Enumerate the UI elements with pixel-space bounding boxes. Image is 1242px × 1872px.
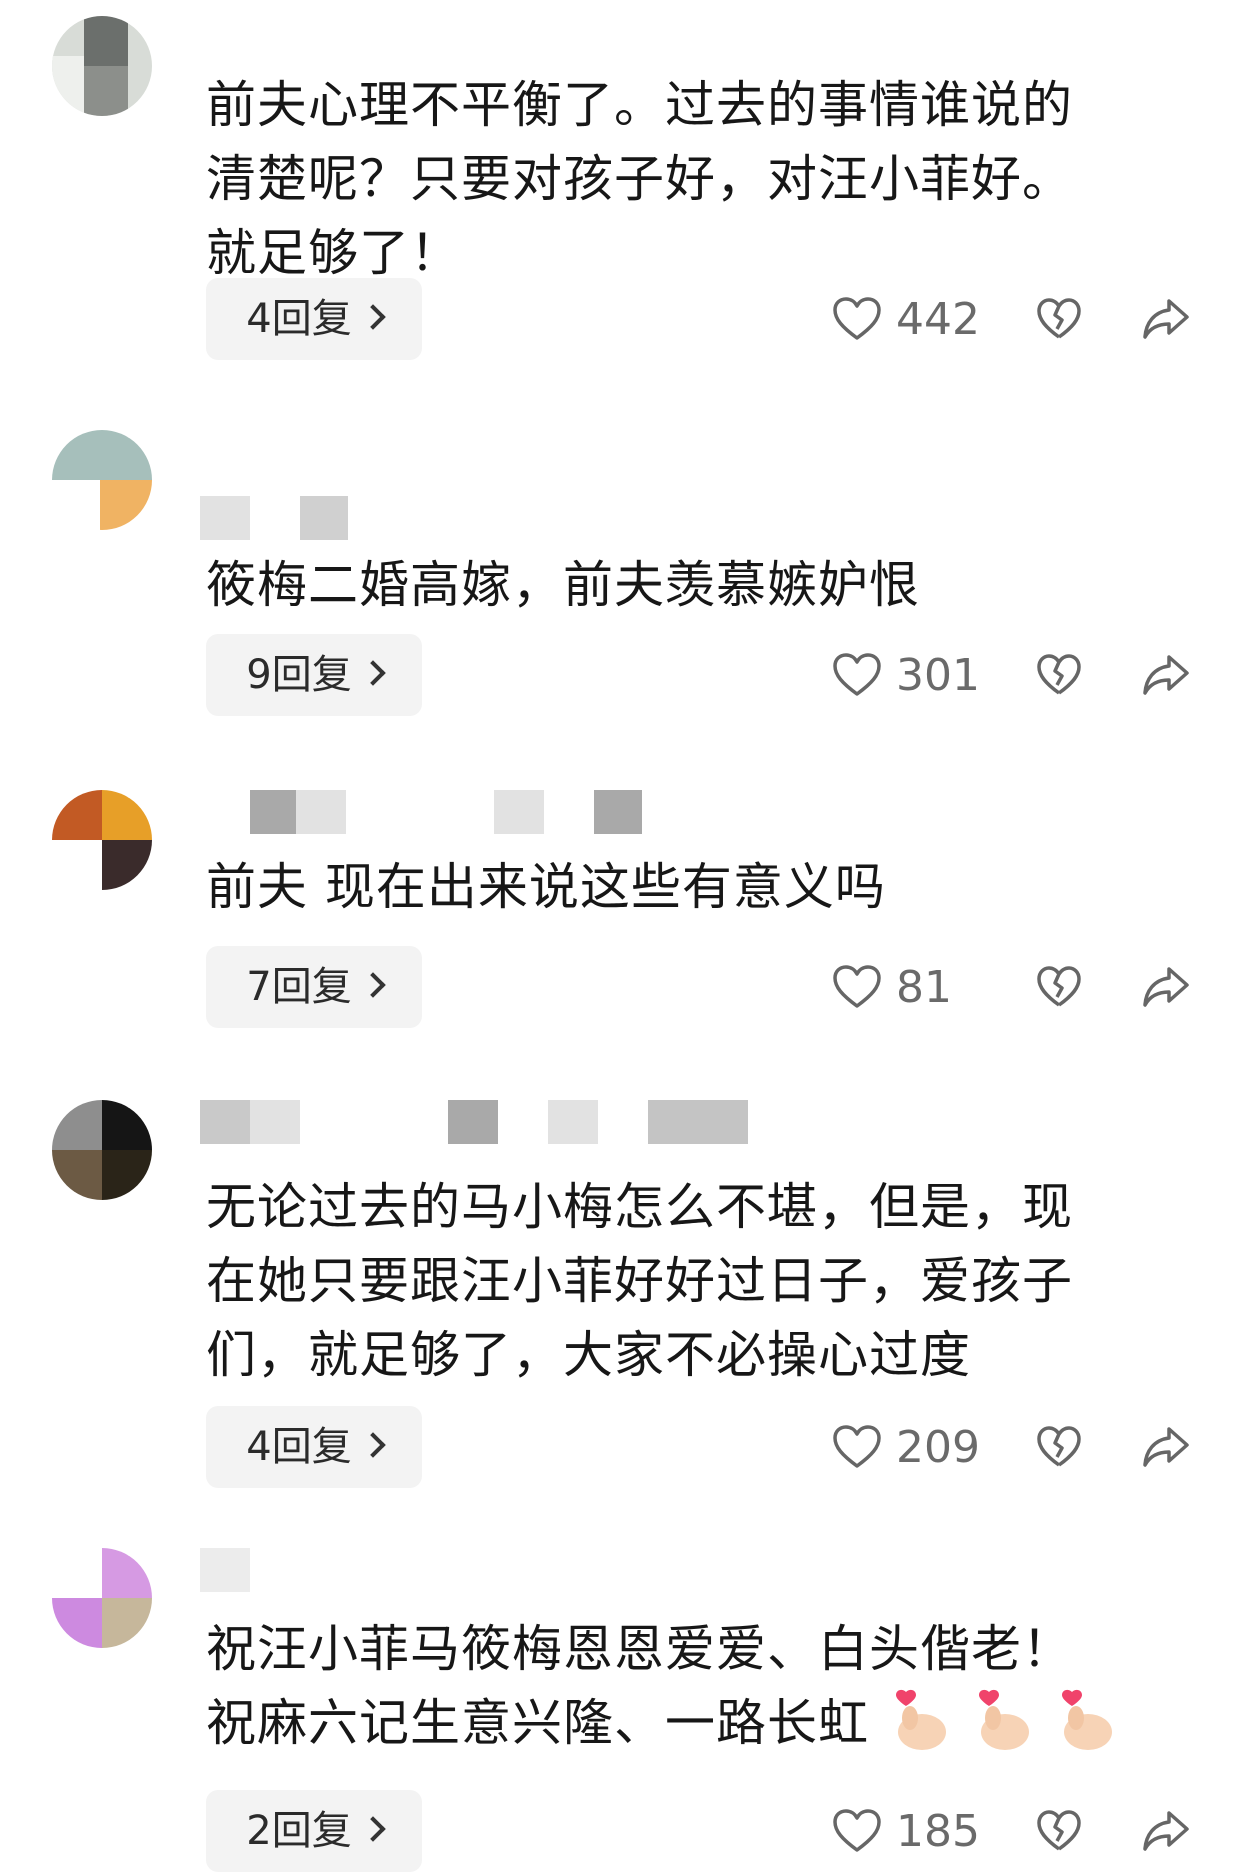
username-redacted xyxy=(200,496,250,540)
chevron-right-icon xyxy=(359,1432,386,1458)
comment-line: 前夫 现在出来说这些有意义吗 xyxy=(206,858,886,916)
reply-label: 7回复 xyxy=(246,964,352,1010)
chevron-right-icon xyxy=(359,304,386,330)
heart-outline-icon xyxy=(832,1424,882,1470)
comment-line: 筱梅二婚高嫁，前夫羡慕嫉妒恨 xyxy=(206,556,920,614)
avatar[interactable] xyxy=(52,790,152,890)
username-redacted xyxy=(594,790,642,834)
broken-heart-icon[interactable] xyxy=(1036,297,1082,341)
reply-count-button[interactable]: 4回复 xyxy=(206,278,422,360)
broken-heart-icon[interactable] xyxy=(1036,1425,1082,1469)
reply-count-button[interactable]: 4回复 xyxy=(206,1406,422,1488)
comment-line: 祝麻六记生意兴隆、一路长虹 xyxy=(206,1686,1166,1760)
like-button[interactable]: 185 xyxy=(832,1806,986,1857)
heart-outline-icon xyxy=(832,652,882,698)
username-redacted xyxy=(200,1548,250,1592)
like-button[interactable]: 81 xyxy=(832,962,986,1013)
avatar[interactable] xyxy=(52,1100,152,1200)
comment-actions: 185 xyxy=(832,1790,1190,1872)
share-arrow-icon[interactable] xyxy=(1142,965,1190,1009)
comment-text: 筱梅二婚高嫁，前夫羡慕嫉妒恨 xyxy=(206,548,1166,622)
reply-label: 2回复 xyxy=(246,1808,352,1854)
reply-label: 4回复 xyxy=(246,296,352,342)
comment-actions: 81 xyxy=(832,946,1190,1028)
like-button[interactable]: 209 xyxy=(832,1422,986,1473)
username-redacted xyxy=(250,1100,300,1144)
like-count: 185 xyxy=(896,1805,980,1857)
chevron-right-icon xyxy=(359,660,386,686)
username-redacted xyxy=(200,1100,250,1144)
share-arrow-icon[interactable] xyxy=(1142,1425,1190,1469)
reply-count-button[interactable]: 2回复 xyxy=(206,1790,422,1872)
comment-text: 祝汪小菲马筱梅恩恩爱爱、白头偕老！ 祝麻六记生意兴隆、一路长虹 xyxy=(206,1612,1166,1760)
avatar[interactable] xyxy=(52,1548,152,1648)
avatar[interactable] xyxy=(52,16,152,116)
comment-actions: 301 xyxy=(832,634,1190,716)
comment-actions: 209 xyxy=(832,1406,1190,1488)
comment-line: 们，就足够了，大家不必操心过度 xyxy=(206,1326,971,1384)
comment-line-text: 祝麻六记生意兴隆、一路长虹 xyxy=(206,1694,869,1752)
comment-line: 在她只要跟汪小菲好好过日子，爱孩子 xyxy=(206,1252,1073,1310)
comment-line: 无论过去的马小梅怎么不堪，但是，现 xyxy=(206,1178,1073,1236)
broken-heart-icon[interactable] xyxy=(1036,965,1082,1009)
reply-label: 9回复 xyxy=(246,652,352,698)
broken-heart-icon[interactable] xyxy=(1036,1809,1082,1853)
finger-heart-emoji xyxy=(969,1688,1035,1754)
comment-text: 前夫 现在出来说这些有意义吗 xyxy=(206,850,1166,924)
like-button[interactable]: 442 xyxy=(832,294,986,345)
heart-outline-icon xyxy=(832,964,882,1010)
username-redacted xyxy=(448,1100,498,1144)
comment-text: 无论过去的马小梅怎么不堪，但是，现 在她只要跟汪小菲好好过日子，爱孩子 们，就足… xyxy=(206,1170,1166,1392)
username-redacted xyxy=(494,790,544,834)
heart-outline-icon xyxy=(832,296,882,342)
like-count: 442 xyxy=(896,293,980,345)
like-button[interactable]: 301 xyxy=(832,650,986,701)
broken-heart-icon[interactable] xyxy=(1036,653,1082,697)
username-redacted xyxy=(250,790,296,834)
comment-text: 前夫心理不平衡了。过去的事情谁说的 清楚呢？只要对孩子好，对汪小菲好。 就足够了… xyxy=(206,68,1166,290)
reply-count-button[interactable]: 7回复 xyxy=(206,946,422,1028)
username-redacted xyxy=(648,1100,748,1144)
chevron-right-icon xyxy=(359,1816,386,1842)
share-arrow-icon[interactable] xyxy=(1142,1809,1190,1853)
comment-actions: 442 xyxy=(832,278,1190,360)
comment-line: 祝汪小菲马筱梅恩恩爱爱、白头偕老！ xyxy=(206,1620,1073,1678)
username-redacted xyxy=(296,790,346,834)
comment-line: 清楚呢？只要对孩子好，对汪小菲好。 xyxy=(206,150,1073,208)
share-arrow-icon[interactable] xyxy=(1142,297,1190,341)
avatar[interactable] xyxy=(52,430,152,530)
share-arrow-icon[interactable] xyxy=(1142,653,1190,697)
comment-1: 前夫心理不平衡了。过去的事情谁说的 清楚呢？只要对孩子好，对汪小菲好。 就足够了… xyxy=(0,0,1242,390)
like-count: 301 xyxy=(896,649,980,701)
chevron-right-icon xyxy=(359,972,386,998)
comment-line: 前夫心理不平衡了。过去的事情谁说的 xyxy=(206,76,1073,134)
username-redacted xyxy=(300,496,348,540)
reply-count-button[interactable]: 9回复 xyxy=(206,634,422,716)
like-count: 81 xyxy=(896,961,952,1013)
username-redacted xyxy=(548,1100,598,1144)
reply-label: 4回复 xyxy=(246,1424,352,1470)
finger-heart-emoji xyxy=(886,1688,952,1754)
finger-heart-emoji xyxy=(1052,1688,1118,1754)
heart-outline-icon xyxy=(832,1808,882,1854)
like-count: 209 xyxy=(896,1421,980,1473)
